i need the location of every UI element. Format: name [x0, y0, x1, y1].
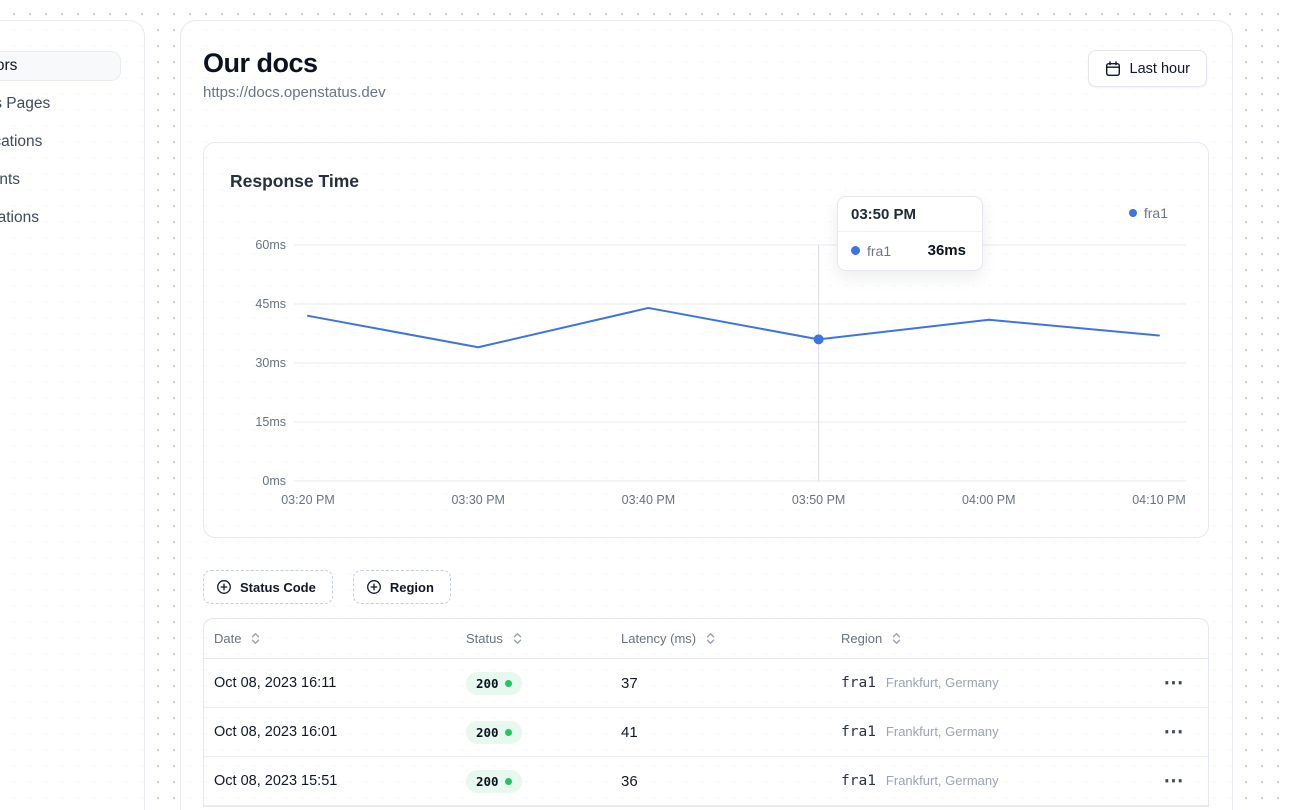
sort-chevrons-icon	[511, 631, 524, 646]
region-code: fra1	[841, 675, 876, 691]
table-body: Oct 08, 2023 16:11 200 37 fra1 Frankfurt…	[204, 659, 1208, 806]
status-dot-icon	[505, 778, 512, 785]
x-axis-tick: 03:50 PM	[792, 493, 846, 507]
sidebar-item-status-pages[interactable]: Status Pages	[0, 89, 121, 119]
ellipsis-icon: ⋯	[1164, 672, 1185, 694]
active-point-dot	[814, 335, 824, 345]
column-header-region[interactable]: Region	[841, 631, 1150, 646]
response-time-chart[interactable]: 0ms 15ms 30ms 45ms 60ms 03:20 PM 03:30 PM 03:40…	[204, 143, 1210, 539]
sort-chevrons-icon	[890, 631, 903, 646]
sidebar-item-monitors[interactable]: Monitors	[0, 51, 121, 81]
status-badge: 200	[466, 770, 522, 793]
x-axis-tick: 03:40 PM	[622, 493, 676, 507]
table-row[interactable]: Oct 08, 2023 15:51 200 36 fra1 Frankfurt…	[204, 757, 1208, 806]
column-header-status[interactable]: Status	[466, 631, 621, 646]
table-row[interactable]: Oct 08, 2023 16:11 200 37 fra1 Frankfurt…	[204, 659, 1208, 708]
cell-status: 200	[466, 770, 621, 793]
dashboard-page: Monitors Status Pages Notifications Inci…	[0, 0, 1291, 810]
y-axis-tick: 60ms	[255, 238, 286, 252]
tooltip-series-dot-icon	[851, 246, 860, 255]
x-axis-tick: 04:10 PM	[1132, 493, 1186, 507]
cell-status: 200	[466, 721, 621, 744]
column-header-latency-ms-[interactable]: Latency (ms)	[621, 631, 841, 646]
filter-button-label: Region	[390, 580, 434, 595]
tooltip-series-label: fra1	[867, 243, 891, 259]
sort-chevrons-icon	[704, 631, 717, 646]
status-code: 200	[476, 774, 499, 789]
sidebar-item-label: Monitors	[0, 57, 17, 75]
table-header-row: Date Status Latency (ms) Region	[204, 619, 1208, 659]
tooltip-time: 03:50 PM	[838, 197, 982, 232]
plus-circle-icon	[366, 579, 382, 595]
results-table: Date Status Latency (ms) Region Oct 08, …	[203, 618, 1209, 807]
sidebar-item-label: Integrations	[0, 209, 39, 227]
cell-latency: 41	[621, 724, 841, 741]
cell-date: Oct 08, 2023 15:51	[214, 773, 466, 789]
chart-tooltip: 03:50 PM fra1 36ms	[837, 196, 983, 271]
sidebar-item-incidents[interactable]: Incidents	[0, 165, 121, 195]
row-actions-button[interactable]: ⋯	[1150, 718, 1198, 746]
status-badge: 200	[466, 721, 522, 744]
cell-region: fra1 Frankfurt, Germany	[841, 773, 1150, 789]
column-header-label: Date	[214, 631, 241, 646]
plus-circle-icon	[216, 579, 232, 595]
x-axis-tick: 03:30 PM	[451, 493, 505, 507]
table-row[interactable]: Oct 08, 2023 16:01 200 41 fra1 Frankfurt…	[204, 708, 1208, 757]
cell-latency: 36	[621, 773, 841, 790]
x-axis-tick: 04:00 PM	[962, 493, 1016, 507]
sidebar-nav: Monitors Status Pages Notifications Inci…	[0, 51, 144, 233]
x-axis-tick: 03:20 PM	[281, 493, 335, 507]
region-name: Frankfurt, Germany	[886, 773, 999, 788]
sort-chevrons-icon	[249, 631, 262, 646]
cell-latency: 37	[621, 675, 841, 692]
cell-region: fra1 Frankfurt, Germany	[841, 675, 1150, 691]
row-actions-button[interactable]: ⋯	[1150, 767, 1198, 795]
tooltip-row: fra1 36ms	[838, 232, 982, 270]
status-code: 200	[476, 676, 499, 691]
filter-button-label: Status Code	[240, 580, 316, 595]
status-dot-icon	[505, 680, 512, 687]
monitor-heading: Our docs https://docs.openstatus.dev	[203, 47, 386, 101]
calendar-icon	[1105, 61, 1121, 77]
region-code: fra1	[841, 773, 876, 789]
monitor-url: https://docs.openstatus.dev	[203, 84, 386, 101]
y-axis-tick: 45ms	[255, 297, 286, 311]
column-header-label: Region	[841, 631, 882, 646]
page-title: Our docs	[203, 47, 386, 79]
filter-button-status-code[interactable]: Status Code	[203, 570, 333, 604]
y-axis-tick: 0ms	[262, 474, 286, 488]
status-dot-icon	[505, 729, 512, 736]
region-code: fra1	[841, 724, 876, 740]
status-code: 200	[476, 725, 499, 740]
column-header-label: Status	[466, 631, 503, 646]
cell-date: Oct 08, 2023 16:11	[214, 675, 466, 691]
y-axis-tick: 15ms	[255, 415, 286, 429]
region-name: Frankfurt, Germany	[886, 675, 999, 690]
sidebar-item-integrations[interactable]: Integrations	[0, 203, 121, 233]
filter-button-region[interactable]: Region	[353, 570, 451, 604]
response-time-card: Response Time fra1 0ms15ms30ms45ms60ms03…	[203, 142, 1209, 538]
sidebar-item-notifications[interactable]: Notifications	[0, 127, 121, 157]
time-range-button[interactable]: Last hour	[1088, 50, 1207, 87]
filter-row: Status Code Region	[203, 570, 1207, 604]
column-header-date[interactable]: Date	[214, 631, 466, 646]
cell-date: Oct 08, 2023 16:01	[214, 724, 466, 740]
status-badge: 200	[466, 672, 522, 695]
ellipsis-icon: ⋯	[1164, 721, 1185, 743]
y-axis-tick: 30ms	[255, 356, 286, 370]
sidebar-item-label: Notifications	[0, 133, 42, 151]
ellipsis-icon: ⋯	[1164, 770, 1185, 792]
sidebar-item-label: Status Pages	[0, 95, 50, 113]
cell-status: 200	[466, 672, 621, 695]
row-actions-button[interactable]: ⋯	[1150, 669, 1198, 697]
page-header: Our docs https://docs.openstatus.dev Las…	[203, 47, 1207, 101]
tooltip-value: 36ms	[928, 242, 966, 259]
region-name: Frankfurt, Germany	[886, 724, 999, 739]
column-header-label: Latency (ms)	[621, 631, 696, 646]
time-range-label: Last hour	[1130, 61, 1190, 77]
main-panel: Our docs https://docs.openstatus.dev Las…	[180, 20, 1233, 810]
sidebar: Monitors Status Pages Notifications Inci…	[0, 20, 145, 810]
sidebar-item-label: Incidents	[0, 171, 20, 189]
cell-region: fra1 Frankfurt, Germany	[841, 724, 1150, 740]
